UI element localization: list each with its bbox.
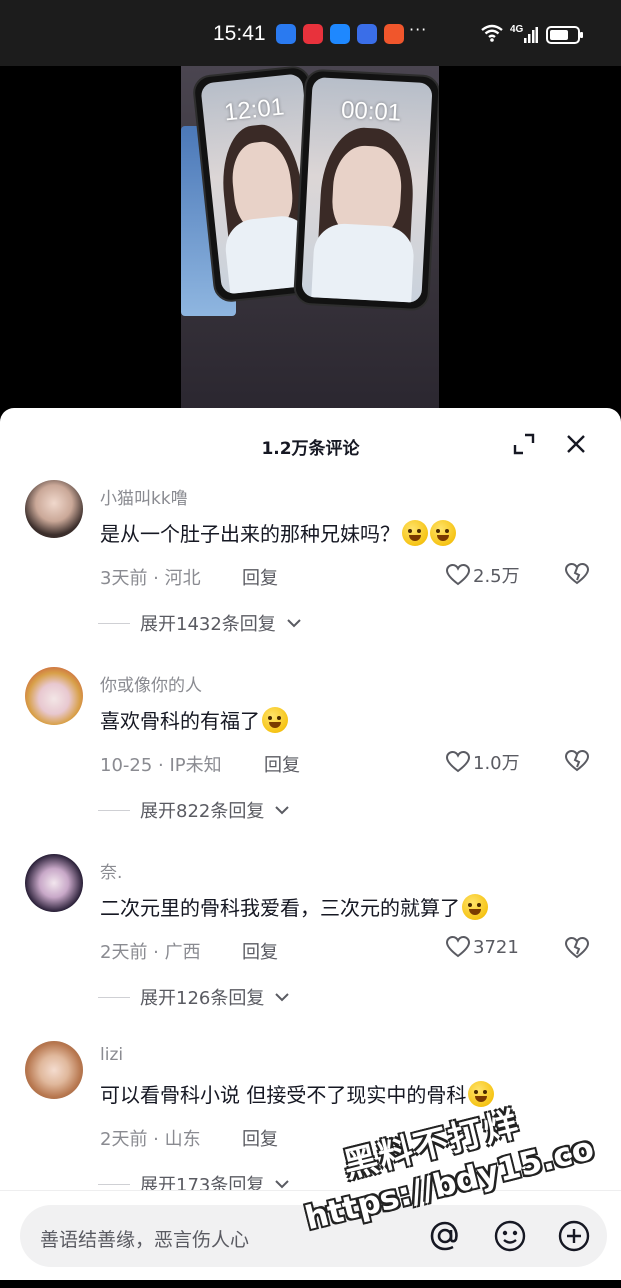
heart-icon: [446, 936, 470, 958]
reply-button[interactable]: 回复: [242, 938, 278, 964]
crying-emoji: [468, 1081, 495, 1107]
avatar[interactable]: [25, 854, 83, 912]
broken-heart-icon[interactable]: [565, 936, 589, 960]
comment-input[interactable]: 善语结善缘，恶言伤人心: [20, 1205, 607, 1267]
comment-meta: 2天前 · 山东: [100, 1129, 201, 1150]
heart-icon: [446, 751, 470, 773]
mention-icon[interactable]: [428, 1219, 462, 1253]
reply-button[interactable]: 回复: [242, 1125, 278, 1151]
comment-username[interactable]: 你或像你的人: [100, 671, 202, 696]
shield-app-icon: [276, 24, 296, 44]
status-time: 15:41: [213, 22, 266, 45]
like-button[interactable]: 2.5万: [446, 562, 520, 588]
avatar[interactable]: [25, 667, 83, 725]
laughing-tears-emoji: [462, 894, 488, 920]
chevron-down-icon: [287, 619, 301, 628]
divider: [98, 1183, 130, 1185]
comment-text[interactable]: 可以看骨科小说 但接受不了现实中的骨科: [100, 1079, 495, 1108]
chevron-down-icon: [275, 806, 290, 815]
comment-input-placeholder: 善语结善缘，恶言伤人心: [40, 1229, 250, 1251]
comment-input-bar: 善语结善缘，恶言伤人心: [0, 1190, 621, 1280]
like-count: 1.0万: [473, 753, 520, 774]
network-type: 4G: [510, 24, 524, 35]
comment-username[interactable]: 奈.: [100, 858, 122, 883]
expand-replies-button[interactable]: 展开1432条回复: [98, 610, 302, 636]
laughing-tears-emoji: [262, 707, 288, 733]
avatar[interactable]: [25, 1041, 83, 1099]
comment-username[interactable]: lizi: [100, 1045, 123, 1065]
comment-text[interactable]: 二次元里的骨科我爱看，三次元的就算了: [100, 892, 488, 921]
close-icon[interactable]: [562, 430, 590, 458]
chevron-down-icon: [275, 993, 290, 1002]
message-app-icon: [330, 24, 350, 44]
expand-fullscreen-icon[interactable]: [510, 430, 538, 458]
comment-meta: 3天前 · 河北: [100, 568, 201, 589]
phone-right: 00:01: [292, 68, 439, 312]
emoji-icon[interactable]: [493, 1219, 527, 1253]
reply-button[interactable]: 回复: [264, 751, 300, 777]
like-button[interactable]: 1.0万: [446, 749, 520, 775]
wifi-icon: [481, 24, 503, 42]
status-bar: 15:41 ··· 4G: [0, 0, 621, 66]
shopping-app-icon: [384, 24, 404, 44]
add-icon[interactable]: [557, 1219, 591, 1253]
divider: [98, 809, 130, 811]
expand-replies-button[interactable]: 展开822条回复: [98, 797, 290, 823]
comment-text[interactable]: 喜欢骨科的有福了: [100, 705, 288, 734]
signal-icon: [524, 27, 538, 43]
comment-item: 小猫叫kk噜 是从一个肚子出来的那种兄妹吗？ 3天前 · 河北 回复 2.5万 …: [0, 480, 621, 660]
broken-heart-icon[interactable]: [565, 562, 589, 586]
browser-app-icon: [357, 24, 377, 44]
comments-sheet: 1.2万条评论 小猫叫kk噜 是从一个肚子出来的那种兄妹吗？ 3天前 · 河北 …: [0, 408, 621, 1280]
broken-heart-icon[interactable]: [565, 749, 589, 773]
comment-text[interactable]: 是从一个肚子出来的那种兄妹吗？: [100, 518, 456, 547]
comment-item: 奈. 二次元里的骨科我爱看，三次元的就算了 2天前 · 广西 回复 3721 展…: [0, 854, 621, 1034]
huawei-app-icon: [303, 24, 323, 44]
comment-meta: 2天前 · 广西: [100, 942, 201, 963]
video-thumbnail: 12:01 00:01: [181, 66, 439, 411]
comment-meta: 10-25 · IP未知: [100, 755, 222, 776]
chevron-down-icon: [275, 1180, 290, 1189]
comment-item: 你或像你的人 喜欢骨科的有福了 10-25 · IP未知 回复 1.0万 展开8…: [0, 667, 621, 847]
heart-icon: [446, 564, 470, 586]
more-notifications-icon: ···: [409, 20, 428, 39]
like-count: 2.5万: [473, 566, 520, 587]
divider: [98, 996, 130, 998]
comment-username[interactable]: 小猫叫kk噜: [100, 484, 188, 509]
avatar[interactable]: [25, 480, 83, 538]
like-count: 3721: [473, 936, 519, 958]
notification-icons: [276, 24, 404, 44]
expand-replies-button[interactable]: 展开126条回复: [98, 984, 290, 1010]
battery-icon: [546, 26, 583, 44]
dizzy-face-emoji: [430, 520, 456, 546]
divider: [98, 622, 130, 624]
video-player[interactable]: 12:01 00:01: [0, 66, 621, 411]
dizzy-face-emoji: [402, 520, 428, 546]
like-button[interactable]: 3721: [446, 936, 519, 958]
reply-button[interactable]: 回复: [242, 564, 278, 590]
